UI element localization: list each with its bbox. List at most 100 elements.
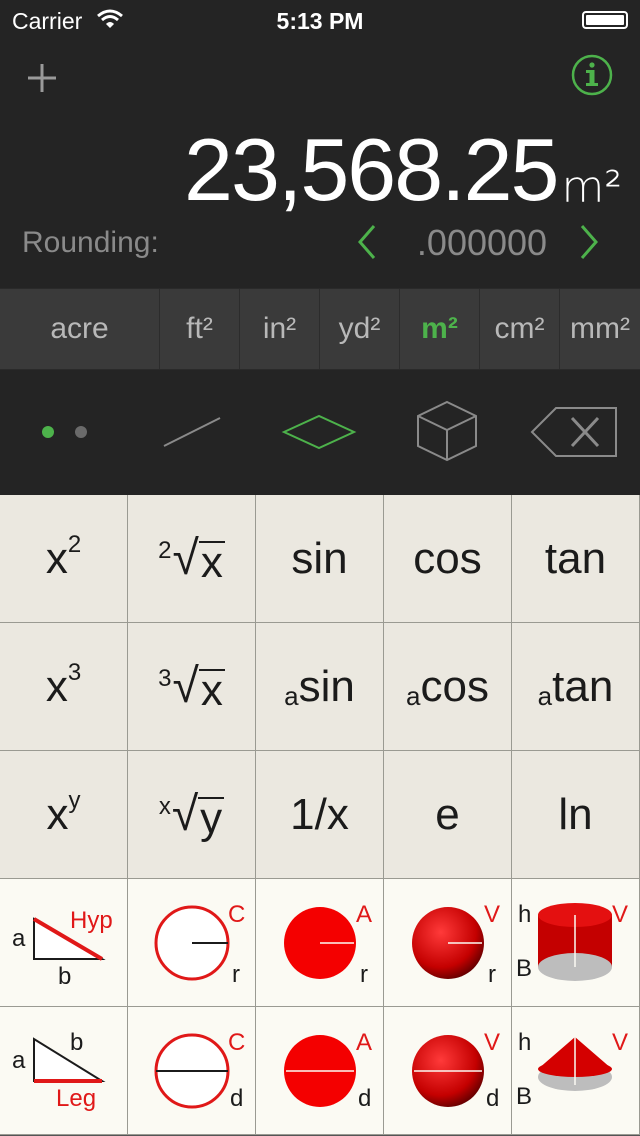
volume-label: V bbox=[484, 1029, 501, 1056]
unit-cm2[interactable]: cm² bbox=[480, 289, 560, 369]
unit-selector: acre ft² in² yd² m² cm² mm² bbox=[0, 288, 640, 370]
key-e[interactable]: e bbox=[384, 751, 512, 879]
root-argument: x bbox=[198, 665, 225, 715]
page-indicator[interactable] bbox=[75, 426, 87, 438]
key-acos[interactable]: a cos bbox=[384, 623, 512, 751]
unit-in2[interactable]: in² bbox=[240, 289, 320, 369]
height-label: h bbox=[518, 901, 532, 928]
key-xy-exp: y bbox=[68, 786, 81, 814]
radius-label: r bbox=[360, 961, 368, 988]
result-display: 23,568.25 m² bbox=[184, 114, 622, 214]
key-sin[interactable]: sin bbox=[256, 495, 384, 623]
radical-sign: √ bbox=[172, 659, 199, 713]
display-value: 23,568.25 bbox=[184, 120, 559, 219]
cylinder-icon bbox=[538, 903, 612, 981]
sphere-icon bbox=[412, 1035, 484, 1107]
display-unit: m² bbox=[561, 162, 623, 213]
volume-label: V bbox=[612, 1029, 629, 1056]
key-cube-root[interactable]: 3 √ x bbox=[128, 623, 256, 751]
rhombus-icon[interactable] bbox=[280, 412, 358, 452]
line-icon[interactable] bbox=[160, 412, 224, 452]
key-asin[interactable]: a sin bbox=[256, 623, 384, 751]
key-ln[interactable]: ln bbox=[512, 751, 640, 879]
key-x-power-y[interactable]: xy bbox=[0, 751, 128, 879]
root-argument: x bbox=[198, 537, 225, 587]
key-x-squared-exp: 2 bbox=[67, 530, 82, 558]
filled-circle-icon bbox=[284, 1035, 356, 1107]
circumference-label: C bbox=[228, 901, 246, 928]
radical-sign: √ bbox=[172, 531, 199, 585]
key-cone-volume[interactable]: h B V bbox=[512, 1007, 640, 1135]
side-a-label: a bbox=[12, 1047, 26, 1074]
arc-main: tan bbox=[552, 661, 614, 711]
chevron-right-icon[interactable] bbox=[574, 222, 604, 262]
key-circumference-diameter[interactable]: C d bbox=[128, 1007, 256, 1135]
rounding-value: .000000 bbox=[416, 222, 548, 263]
backspace-icon[interactable] bbox=[528, 404, 620, 460]
unit-acre[interactable]: acre bbox=[0, 289, 160, 369]
side-b-label: b bbox=[58, 963, 72, 990]
diameter-label: d bbox=[358, 1085, 372, 1112]
key-xy-base: x bbox=[46, 789, 69, 839]
key-sphere-volume-diameter[interactable]: V d bbox=[384, 1007, 512, 1135]
arc-prefix: a bbox=[284, 680, 299, 711]
plus-icon[interactable] bbox=[24, 58, 60, 98]
arc-prefix: a bbox=[406, 680, 421, 711]
circle-outline-icon bbox=[154, 1033, 230, 1109]
key-area-radius[interactable]: A r bbox=[256, 879, 384, 1007]
arc-prefix: a bbox=[537, 680, 553, 711]
key-area-diameter[interactable]: A d bbox=[256, 1007, 384, 1135]
unit-mm2[interactable]: mm² bbox=[560, 289, 640, 369]
key-leg[interactable]: a b Leg bbox=[0, 1007, 128, 1135]
key-x-cubed-base: x bbox=[45, 661, 68, 711]
volume-label: V bbox=[612, 901, 629, 928]
area-label: A bbox=[356, 901, 373, 928]
area-label: A bbox=[356, 1029, 373, 1056]
rounding-label: Rounding: bbox=[22, 226, 159, 259]
leg-label: Leg bbox=[56, 1085, 97, 1112]
key-sphere-volume-radius[interactable]: V r bbox=[384, 879, 512, 1007]
key-atan[interactable]: a tan bbox=[512, 623, 640, 751]
key-hypotenuse[interactable]: a b Hyp bbox=[0, 879, 128, 1007]
unit-yd2[interactable]: yd² bbox=[320, 289, 400, 369]
key-x-cubed-exp: 3 bbox=[67, 658, 82, 686]
volume-label: V bbox=[484, 901, 501, 928]
key-cos[interactable]: cos bbox=[384, 495, 512, 623]
chevron-left-icon[interactable] bbox=[352, 222, 382, 262]
radical-sign: √ bbox=[171, 787, 199, 841]
key-square-root[interactable]: 2 √ x bbox=[128, 495, 256, 623]
arc-main: cos bbox=[420, 661, 489, 711]
diameter-label: d bbox=[486, 1085, 500, 1112]
root-index: 3 bbox=[158, 664, 172, 692]
status-bar: Carrier 5:13 PM bbox=[0, 0, 640, 40]
info-icon[interactable] bbox=[570, 53, 614, 97]
base-label: B bbox=[516, 1083, 533, 1110]
key-circumference-radius[interactable]: C r bbox=[128, 879, 256, 1007]
side-a-label: a bbox=[12, 925, 26, 952]
root-index: 2 bbox=[158, 536, 172, 564]
key-x-squared[interactable]: x2 bbox=[0, 495, 128, 623]
page-indicator-active bbox=[42, 426, 54, 438]
key-x-cubed[interactable]: x3 bbox=[0, 623, 128, 751]
radius-label: r bbox=[232, 961, 240, 988]
cube-icon[interactable] bbox=[414, 398, 480, 464]
key-x-squared-base: x bbox=[45, 533, 68, 583]
key-cylinder-volume[interactable]: h B V bbox=[512, 879, 640, 1007]
battery-icon bbox=[582, 11, 628, 29]
side-b-label: b bbox=[70, 1029, 84, 1056]
radius-label: r bbox=[488, 961, 496, 988]
status-time: 5:13 PM bbox=[276, 8, 364, 34]
key-tan[interactable]: tan bbox=[512, 495, 640, 623]
cone-icon bbox=[538, 1037, 612, 1091]
key-reciprocal[interactable]: 1/x bbox=[256, 751, 384, 879]
circumference-label: C bbox=[228, 1029, 246, 1056]
unit-ft2[interactable]: ft² bbox=[160, 289, 240, 369]
root-argument: y bbox=[198, 793, 225, 843]
key-nth-root[interactable]: x √ y bbox=[128, 751, 256, 879]
diameter-label: d bbox=[230, 1085, 244, 1112]
height-label: h bbox=[518, 1029, 532, 1056]
unit-m2[interactable]: m² bbox=[400, 289, 480, 369]
base-label: B bbox=[516, 955, 533, 982]
hyp-label: Hyp bbox=[70, 907, 113, 934]
function-keypad: x2 2 √ x sin cos tan x3 3 √ x a sin a cos … bbox=[0, 495, 640, 1136]
